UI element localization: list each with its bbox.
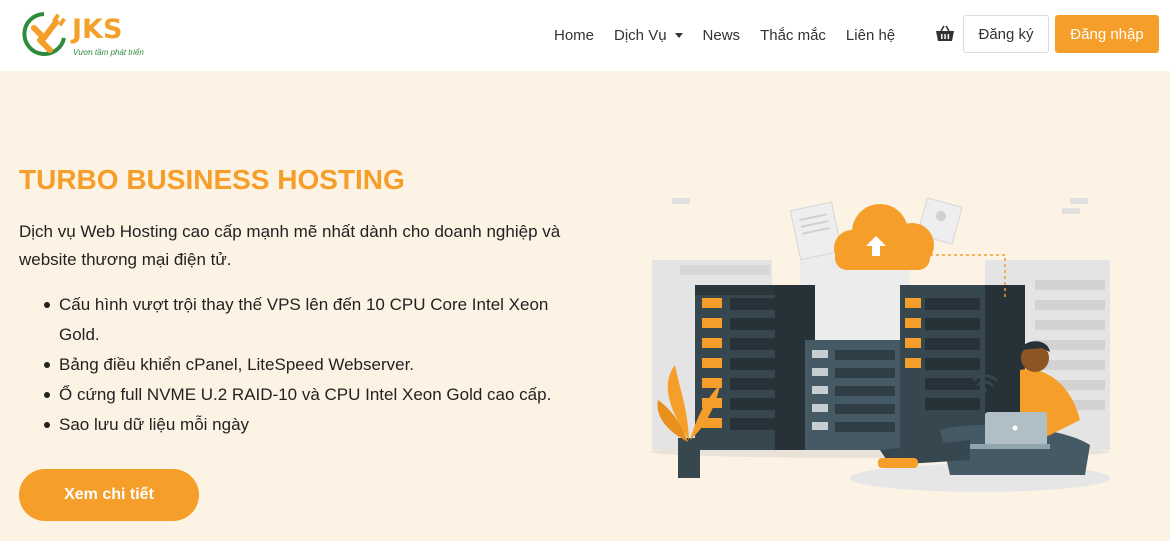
nav-home[interactable]: Home xyxy=(554,27,594,44)
nav-contact[interactable]: Liên hệ xyxy=(846,27,895,44)
nav-services-label: Dịch Vụ xyxy=(614,27,667,44)
nav-contact-label: Liên hệ xyxy=(845,27,896,44)
feature-list: Cấu hình vượt trội thay thế VPS lên đến … xyxy=(19,290,559,440)
hero-description: Dịch vụ Web Hosting cao cấp mạnh mẽ nhất… xyxy=(19,222,561,269)
logo-text: JKS xyxy=(72,14,123,45)
feature-item: Sao lưu dữ liệu mỗi ngày xyxy=(19,410,559,440)
register-button[interactable]: Đăng ký xyxy=(963,15,1049,53)
feature-item: Bảng điều khiển cPanel, LiteSpeed Webser… xyxy=(19,350,559,380)
nav-faq-label: Thắc mắc xyxy=(760,27,826,44)
nav-faq[interactable]: Thắc mắc xyxy=(760,27,826,44)
nav-services[interactable]: Dịch Vụ xyxy=(614,27,683,44)
site-header: JKS Vươn tầm phát triển Home Dịch Vụ New… xyxy=(0,0,1170,71)
basket-icon[interactable] xyxy=(935,25,955,43)
server-cloud-illustration xyxy=(640,190,1120,500)
logo-mark-icon xyxy=(22,12,66,56)
nav-home-label: Home xyxy=(554,27,595,44)
nav-news-label: News xyxy=(702,27,741,44)
nav-news[interactable]: News xyxy=(703,27,741,44)
caret-down-icon xyxy=(674,33,683,38)
hero-title: TURBO BUSINESS HOSTING xyxy=(19,164,405,195)
logo-tagline: Vươn tầm phát triển xyxy=(73,48,144,57)
feature-item: Cấu hình vượt trội thay thế VPS lên đến … xyxy=(19,290,559,350)
main-nav: Home Dịch Vụ News Thắc mắc Liên hệ xyxy=(554,0,915,71)
feature-item: Ổ cứng full NVME U.2 RAID-10 và CPU Inte… xyxy=(19,380,559,410)
login-button[interactable]: Đăng nhập xyxy=(1055,15,1159,53)
site-logo[interactable]: JKS Vươn tầm phát triển xyxy=(20,8,150,62)
view-details-button[interactable]: Xem chi tiết xyxy=(19,469,199,521)
